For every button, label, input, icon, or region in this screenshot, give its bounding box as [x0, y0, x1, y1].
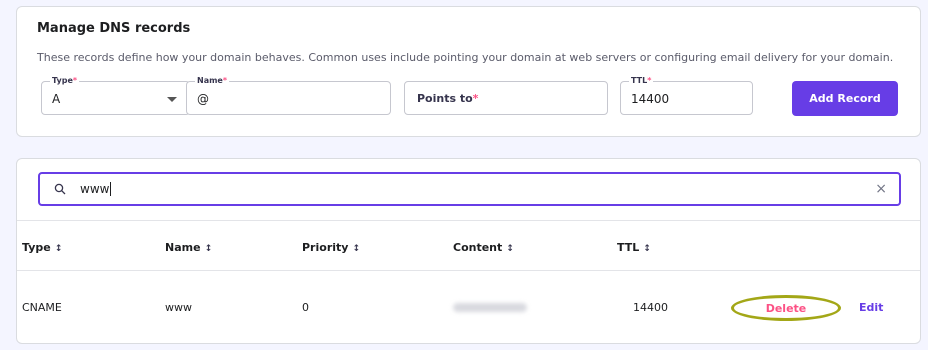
ttl-input-value: 14400 — [631, 92, 670, 106]
divider — [17, 270, 920, 271]
row-priority-cell: 0 — [302, 301, 309, 314]
points-to-input[interactable]: Points to* — [404, 81, 608, 115]
sort-icon: ↕ — [204, 244, 213, 254]
add-record-button[interactable]: Add Record — [792, 81, 898, 116]
name-input-value: @ — [197, 92, 209, 106]
type-field-label: Type* — [50, 76, 80, 86]
page-description: These records define how your domain beh… — [37, 51, 894, 64]
column-header-type[interactable]: Type ↕ — [22, 241, 62, 254]
dns-records-card: www × Type ↕ Name ↕ Priority ↕ Content ↕ TTL… — [16, 158, 921, 344]
ttl-field-label: TTL* — [629, 76, 654, 86]
row-type-cell: CNAME — [22, 301, 62, 314]
sort-icon: ↕ — [643, 244, 651, 254]
column-header-priority[interactable]: Priority ↕ — [302, 241, 360, 254]
ttl-input[interactable]: TTL* 14400 — [620, 76, 753, 115]
sort-icon: ↕ — [352, 244, 360, 254]
column-header-name[interactable]: Name ↕ — [165, 241, 212, 254]
row-ttl-cell: 14400 — [633, 301, 668, 314]
manage-dns-card: Manage DNS records These records define … — [16, 6, 921, 137]
points-to-placeholder: Points to* — [417, 92, 479, 105]
close-icon[interactable]: × — [875, 181, 887, 197]
row-content-cell-blurred — [453, 303, 527, 312]
column-header-ttl[interactable]: TTL ↕ — [617, 241, 651, 254]
row-name-cell: www — [165, 301, 192, 314]
type-select-value: A — [52, 92, 61, 106]
type-select[interactable]: Type* A — [41, 76, 190, 115]
edit-button[interactable]: Edit — [859, 301, 883, 314]
search-icon — [54, 183, 66, 195]
chevron-down-icon — [167, 97, 177, 102]
delete-button[interactable]: Delete — [731, 295, 841, 321]
sort-icon: ↕ — [506, 244, 514, 254]
name-input[interactable]: Name* @ — [186, 76, 391, 115]
name-field-label: Name* — [195, 76, 230, 86]
divider — [17, 220, 920, 221]
search-input-value: www — [80, 182, 112, 196]
page-title: Manage DNS records — [37, 21, 191, 36]
sort-icon: ↕ — [54, 244, 63, 254]
column-header-content[interactable]: Content ↕ — [453, 241, 514, 254]
search-input[interactable]: www × — [38, 172, 901, 206]
